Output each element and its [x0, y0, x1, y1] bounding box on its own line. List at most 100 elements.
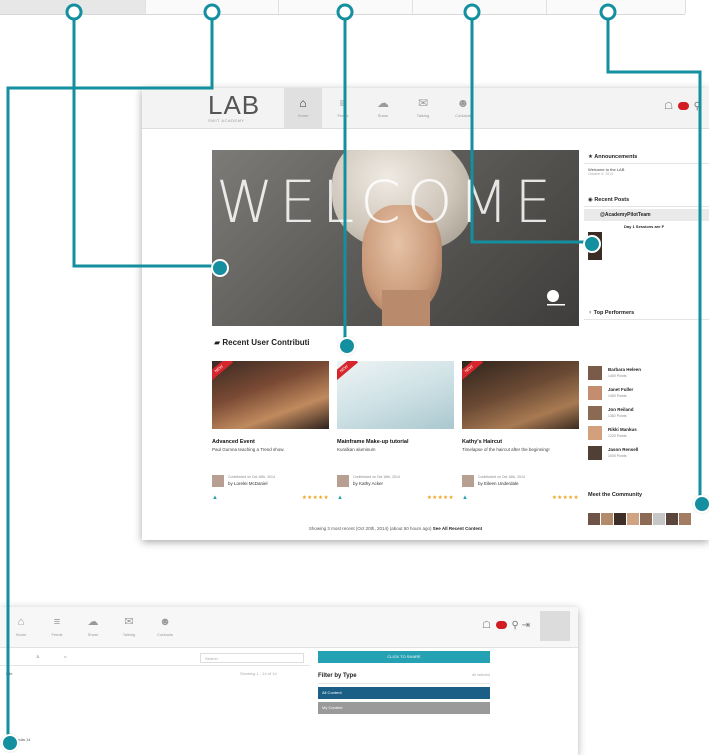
drop-icon[interactable]: ▲: [462, 495, 468, 501]
community-member-thumbnail[interactable]: [653, 513, 665, 525]
nav-item-feeds[interactable]: ≡ Feeds: [324, 88, 362, 128]
nav2-item-feeds[interactable]: ≡ Feeds: [38, 607, 76, 647]
performer-item[interactable]: Jason Rensell 1000 Points: [588, 446, 708, 462]
community-member-thumbnail[interactable]: [614, 513, 626, 525]
contribution-card[interactable]: NEW Mainframe Make-up tutorial Kuralkan al…: [337, 361, 454, 501]
callout-dot-community: [693, 495, 709, 513]
people-icon: ☻: [159, 616, 171, 628]
nav2-item-talking[interactable]: ✉ Talking: [110, 607, 148, 647]
card-thumbnail[interactable]: NEW: [462, 361, 579, 429]
author-avatar[interactable]: [212, 475, 224, 487]
nav-label: Contacts: [455, 113, 471, 118]
top-strip-cell-3[interactable]: [278, 0, 413, 14]
see-all-link[interactable]: See All Recent Content: [433, 526, 482, 531]
author-avatar[interactable]: [337, 475, 349, 487]
filter-right-text: All selected: [472, 673, 490, 677]
house-icon[interactable]: ⌂: [64, 654, 66, 659]
nav2-item-contacts[interactable]: ☻ Contacts: [146, 607, 184, 647]
welcome-hero-banner[interactable]: WELCOME: [212, 150, 579, 326]
notification-icon[interactable]: ☖: [482, 620, 491, 631]
card-meta: Contributed on Oct 16th, 2014 by Lorelei …: [212, 475, 329, 489]
nav-item-home[interactable]: ⌂ Home: [284, 88, 322, 128]
card-thumbnail[interactable]: NEW: [337, 361, 454, 429]
brand-lips-icon[interactable]: [677, 102, 689, 111]
user-avatar[interactable]: [540, 611, 570, 641]
search-icon[interactable]: ⚲: [512, 620, 519, 631]
cloud-icon: ☁: [377, 96, 389, 110]
performer-avatar: [588, 386, 602, 400]
nav-label: Feeds: [337, 113, 349, 118]
filter-option[interactable]: All Content: [318, 687, 490, 699]
people-icon: ☻: [456, 96, 470, 110]
user-icon[interactable]: ♙: [36, 654, 40, 659]
performer-name: Janet Fuller: [608, 387, 634, 392]
performer-avatar: [588, 446, 602, 460]
card-author[interactable]: by Lorelei McDaniel: [228, 481, 268, 486]
chat-icon: ✉: [124, 616, 134, 628]
nav-label: Home: [15, 632, 27, 637]
community-member-thumbnail[interactable]: [588, 513, 600, 525]
search-icon[interactable]: ⚲: [694, 101, 701, 112]
nav-label: Talking: [416, 113, 430, 118]
drop-icon[interactable]: ▲: [212, 495, 218, 501]
recent-posts-heading: ◉ Recent Posts: [584, 193, 709, 207]
top-performers-title: Top Performers: [593, 310, 635, 316]
community-member-thumbnail[interactable]: [601, 513, 613, 525]
top-strip-cell-1[interactable]: [0, 0, 146, 14]
performer-item[interactable]: Janet Fuller 1450 Points: [588, 386, 708, 402]
card-title[interactable]: Mainframe Make-up tutorial: [337, 439, 454, 445]
community-member-thumbnail[interactable]: [627, 513, 639, 525]
nav-item-contacts[interactable]: ☻ Contacts: [444, 88, 482, 128]
performer-points: 1220 Points: [608, 434, 627, 438]
community-member-thumbnail[interactable]: [679, 513, 691, 525]
top-strip-cell-2[interactable]: [145, 0, 279, 14]
card-author[interactable]: by Eileen Underdale: [478, 481, 519, 486]
lab-logo[interactable]: LAB SWIT ACADEMY: [208, 92, 260, 123]
performer-points: 1382 Points: [608, 414, 627, 418]
performer-item[interactable]: Rikki Mankus 1220 Points: [588, 426, 708, 442]
performer-item[interactable]: Jon Reiland 1382 Points: [588, 406, 708, 422]
showing-count: Showing 1 - 14 of 14: [240, 671, 277, 676]
nav2-item-share[interactable]: ☁ Share: [74, 607, 112, 647]
card-date: Contributed on Oct 16th, 2014: [353, 475, 400, 479]
contribution-card[interactable]: NEW Advanced Event Paul Gumna teaching a T…: [212, 361, 329, 501]
nav-item-talking[interactable]: ✉ Talking: [404, 88, 442, 128]
logout-icon[interactable]: ⇥: [522, 620, 530, 631]
card-thumbnail[interactable]: NEW: [212, 361, 329, 429]
card-title[interactable]: Advanced Event: [212, 439, 329, 445]
community-thumbnails: [588, 512, 709, 532]
performer-item[interactable]: Barbara Heleen 1450 Points: [588, 366, 708, 382]
top-strip-cell-5[interactable]: [546, 0, 686, 14]
search-input[interactable]: Search: [200, 653, 304, 663]
performer-name: Jason Rensell: [608, 447, 639, 452]
community-member-thumbnail[interactable]: [640, 513, 652, 525]
right-sidebar: ★ Announcements Welcome to the LAB Octob…: [584, 150, 709, 320]
brand-lips-icon[interactable]: [495, 621, 507, 630]
card-date: Contributed on Oct 16th, 2014: [228, 475, 275, 479]
post-title[interactable]: Day 1 Sessions are F: [584, 221, 709, 232]
author-avatar[interactable]: [462, 475, 474, 487]
chat-icon: ✉: [417, 96, 429, 110]
nav-item-share[interactable]: ☁ Share: [364, 88, 402, 128]
news-icon: ≡: [339, 96, 347, 110]
notification-icon[interactable]: ☖: [664, 101, 673, 112]
hero-welcome-text: WELCOME: [216, 168, 558, 236]
card-date: Contributed on Oct 16th, 2014: [478, 475, 525, 479]
nav2-item-home[interactable]: ⌂ Home: [2, 607, 40, 647]
announcement-item[interactable]: Welcome to the LAB October 6, 2014: [584, 164, 709, 179]
post-handle[interactable]: @AcademyPilotTeam: [584, 209, 709, 221]
drop-icon[interactable]: ▲: [337, 495, 343, 501]
card-footer: ▲ ★★★★★: [212, 495, 329, 503]
nav-right-tools: ☖ ⚲: [664, 101, 701, 112]
click-to-share-button[interactable]: CLICK TO SHARE: [318, 651, 490, 663]
card-author[interactable]: by Kathy Acker: [353, 481, 383, 486]
filter-option[interactable]: My Content: [318, 702, 490, 714]
top-strip-cell-4[interactable]: [412, 0, 547, 14]
file-label: File: [6, 671, 13, 676]
contribution-card[interactable]: NEW Kathy's Haircut Timelapse of the hairc…: [462, 361, 579, 501]
card-title[interactable]: Kathy's Haircut: [462, 439, 579, 445]
new-ribbon: NEW: [337, 361, 359, 382]
recent-contrib-title: Recent User Contributi: [222, 338, 310, 347]
new-ribbon: NEW: [212, 361, 234, 382]
community-member-thumbnail[interactable]: [666, 513, 678, 525]
